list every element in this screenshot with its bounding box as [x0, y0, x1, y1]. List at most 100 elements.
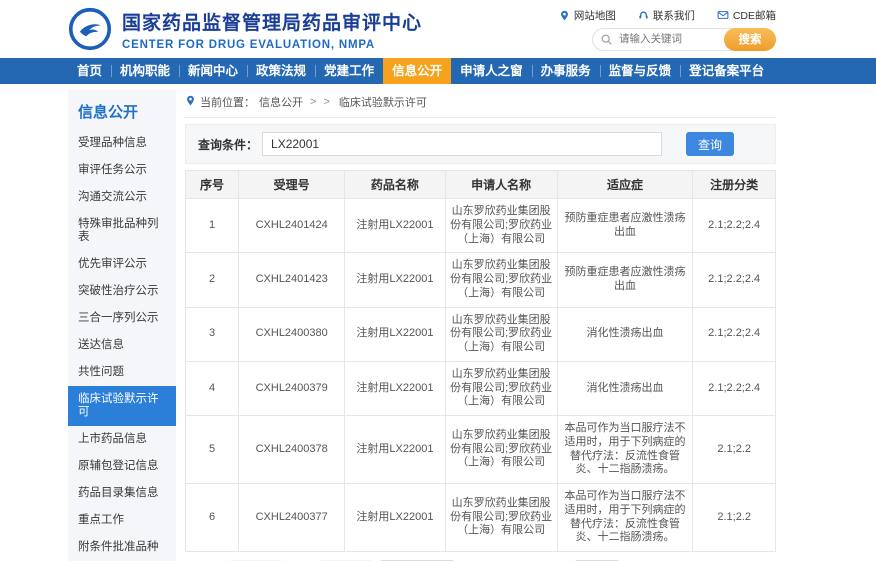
table-cell-applicant: 山东罗欣药业集团股份有限公司;罗欣药业（上海）有限公司: [445, 253, 557, 307]
query-button[interactable]: 查询: [686, 132, 734, 156]
table-body: 1CXHL2401424注射用LX22001山东罗欣药业集团股份有限公司;罗欣药…: [186, 199, 776, 552]
mailbox-label: CDE邮箱: [733, 8, 776, 23]
table-row: 6CXHL2400377注射用LX22001山东罗欣药业集团股份有限公司;罗欣药…: [186, 484, 776, 552]
table-cell-drug_name: 注射用LX22001: [345, 416, 445, 484]
table-cell-drug_name: 注射用LX22001: [345, 307, 445, 361]
nav-item[interactable]: 机构职能: [111, 58, 179, 84]
sidebar-item[interactable]: 共性问题: [68, 359, 176, 386]
breadcrumb-current: 临床试验默示许可: [339, 94, 427, 110]
nav-item[interactable]: 新闻中心: [179, 58, 247, 84]
table-cell-indication: 消化性溃疡出血: [557, 361, 693, 415]
page: 国家药品监督管理局药品审评中心 CENTER FOR DRUG EVALUATI…: [0, 0, 876, 561]
sidebar-item[interactable]: 附条件批准品种: [68, 534, 176, 561]
table-cell-indication: 预防重症患者应激性溃疡出血: [557, 199, 693, 253]
table-cell-seq: 6: [186, 484, 239, 552]
table-row: 2CXHL2401423注射用LX22001山东罗欣药业集团股份有限公司;罗欣药…: [186, 253, 776, 307]
sitemap-label: 网站地图: [574, 8, 616, 23]
map-pin-icon: [559, 10, 570, 21]
search-button[interactable]: 搜索: [724, 28, 776, 51]
main-nav: 首页机构职能新闻中心政策法规党建工作信息公开申请人之窗办事服务监督与反馈登记备案…: [68, 58, 776, 84]
nav-item[interactable]: 政策法规: [247, 58, 315, 84]
column-header: 注册分类: [693, 171, 776, 199]
column-header: 药品名称: [345, 171, 445, 199]
sitemap-link[interactable]: 网站地图: [559, 8, 616, 23]
header: 国家药品监督管理局药品审评中心 CENTER FOR DRUG EVALUATI…: [0, 0, 876, 58]
column-header: 受理号: [239, 171, 345, 199]
sidebar: 信息公开 受理品种信息审评任务公示沟通交流公示特殊审批品种列表优先审评公示突破性…: [68, 90, 176, 561]
breadcrumb-separator: > >: [310, 96, 332, 108]
table-cell-reg_class: 2.1;2.2: [693, 416, 776, 484]
sidebar-item[interactable]: 临床试验默示许可: [68, 386, 176, 426]
table-head-row: 序号受理号药品名称申请人名称适应症注册分类: [186, 171, 776, 199]
nav-item[interactable]: 办事服务: [532, 58, 600, 84]
sidebar-item[interactable]: 三合一序列公示: [68, 305, 176, 332]
sidebar-item[interactable]: 审评任务公示: [68, 157, 176, 184]
results-table: 序号受理号药品名称申请人名称适应症注册分类 1CXHL2401424注射用LX2…: [185, 170, 776, 552]
sidebar-item[interactable]: 原辅包登记信息: [68, 453, 176, 480]
sidebar-list: 受理品种信息审评任务公示沟通交流公示特殊审批品种列表优先审评公示突破性治疗公示三…: [68, 130, 176, 561]
sidebar-item[interactable]: 重点工作: [68, 507, 176, 534]
sidebar-item[interactable]: 上市药品信息: [68, 426, 176, 453]
main-nav-bar: 首页机构职能新闻中心政策法规党建工作信息公开申请人之窗办事服务监督与反馈登记备案…: [0, 58, 876, 84]
sidebar-item[interactable]: 药品目录集信息: [68, 480, 176, 507]
header-right: 网站地图 联系我们 CDE邮箱: [559, 8, 776, 51]
table-cell-reg_class: 2.1;2.2;2.4: [693, 253, 776, 307]
site-title: 国家药品监督管理局药品审评中心: [122, 8, 422, 35]
search-box: 搜索: [592, 28, 776, 51]
table-cell-acceptance_no: CXHL2401424: [239, 199, 345, 253]
contact-link[interactable]: 联系我们: [638, 8, 695, 23]
query-bar: 查询条件： 查询: [185, 124, 776, 164]
nav-item[interactable]: 申请人之窗: [451, 58, 532, 84]
sidebar-item[interactable]: 沟通交流公示: [68, 184, 176, 211]
sidebar-item[interactable]: 特殊审批品种列表: [68, 211, 176, 251]
table-cell-applicant: 山东罗欣药业集团股份有限公司;罗欣药业（上海）有限公司: [445, 307, 557, 361]
nav-item[interactable]: 首页: [68, 58, 111, 84]
table-cell-seq: 4: [186, 361, 239, 415]
table-cell-indication: 本品可作为当口服疗法不适用时，用于下列病症的替代疗法：反流性食管炎、十二指肠溃疡…: [557, 484, 693, 552]
column-header: 适应症: [557, 171, 693, 199]
breadcrumb-section[interactable]: 信息公开: [259, 94, 303, 110]
nav-item[interactable]: 监督与反馈: [600, 58, 681, 84]
table-cell-indication: 消化性溃疡出血: [557, 307, 693, 361]
table-cell-indication: 预防重症患者应激性溃疡出血: [557, 253, 693, 307]
query-input[interactable]: [262, 132, 662, 156]
table-cell-seq: 2: [186, 253, 239, 307]
table-cell-reg_class: 2.1;2.2;2.4: [693, 307, 776, 361]
table-row: 1CXHL2401424注射用LX22001山东罗欣药业集团股份有限公司;罗欣药…: [186, 199, 776, 253]
table-cell-applicant: 山东罗欣药业集团股份有限公司;罗欣药业（上海）有限公司: [445, 484, 557, 552]
sidebar-title: 信息公开: [68, 90, 176, 130]
sidebar-item[interactable]: 突破性治疗公示: [68, 278, 176, 305]
table-cell-reg_class: 2.1;2.2;2.4: [693, 361, 776, 415]
sidebar-item[interactable]: 优先审评公示: [68, 251, 176, 278]
content: 信息公开 受理品种信息审评任务公示沟通交流公示特殊审批品种列表优先审评公示突破性…: [68, 90, 776, 561]
table-cell-seq: 5: [186, 416, 239, 484]
site-subtitle: CENTER FOR DRUG EVALUATION, NMPA: [122, 39, 422, 51]
brand: 国家药品监督管理局药品审评中心 CENTER FOR DRUG EVALUATI…: [68, 7, 422, 51]
nav-item[interactable]: 党建工作: [315, 58, 383, 84]
sidebar-item[interactable]: 送达信息: [68, 332, 176, 359]
table-cell-drug_name: 注射用LX22001: [345, 253, 445, 307]
sidebar-item[interactable]: 受理品种信息: [68, 130, 176, 157]
table-row: 4CXHL2400379注射用LX22001山东罗欣药业集团股份有限公司;罗欣药…: [186, 361, 776, 415]
nav-item[interactable]: 登记备案平台: [680, 58, 773, 84]
table-cell-applicant: 山东罗欣药业集团股份有限公司;罗欣药业（上海）有限公司: [445, 361, 557, 415]
mailbox-link[interactable]: CDE邮箱: [717, 8, 776, 23]
main-content: 当前位置： 信息公开 > > 临床试验默示许可 查询条件： 查询 序号受理号药品…: [185, 90, 776, 561]
table-cell-acceptance_no: CXHL2400377: [239, 484, 345, 552]
search-icon: [600, 33, 613, 51]
table-cell-drug_name: 注射用LX22001: [345, 361, 445, 415]
nav-item[interactable]: 信息公开: [383, 58, 451, 84]
quick-links: 网站地图 联系我们 CDE邮箱: [559, 8, 776, 23]
table-cell-reg_class: 2.1;2.2;2.4: [693, 199, 776, 253]
table-cell-drug_name: 注射用LX22001: [345, 199, 445, 253]
table-cell-applicant: 山东罗欣药业集团股份有限公司;罗欣药业（上海）有限公司: [445, 416, 557, 484]
breadcrumb: 当前位置： 信息公开 > > 临床试验默示许可: [185, 90, 776, 118]
column-header: 申请人名称: [445, 171, 557, 199]
table-cell-seq: 3: [186, 307, 239, 361]
cde-logo-icon: [68, 7, 112, 51]
table-cell-acceptance_no: CXHL2400380: [239, 307, 345, 361]
table-cell-acceptance_no: CXHL2400378: [239, 416, 345, 484]
headset-icon: [638, 10, 649, 21]
mail-icon: [717, 9, 729, 21]
table-cell-reg_class: 2.1;2.2: [693, 484, 776, 552]
